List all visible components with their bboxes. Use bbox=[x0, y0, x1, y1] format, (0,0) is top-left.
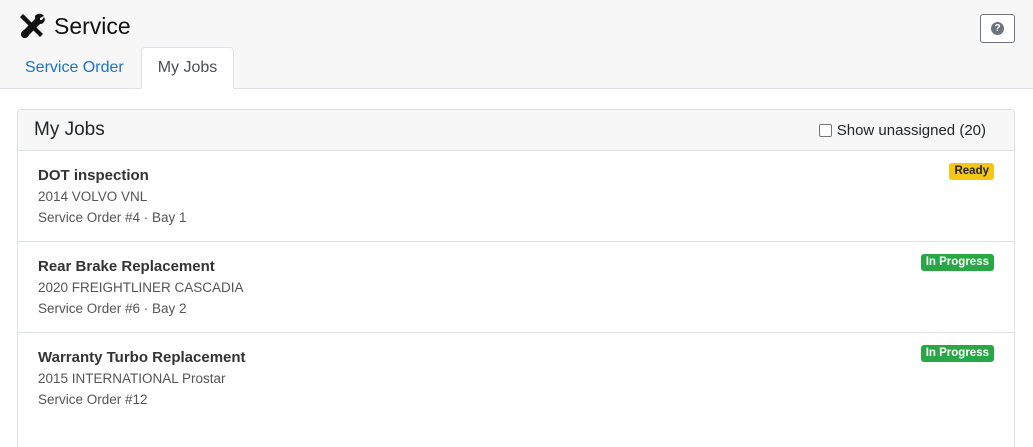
brand: Service bbox=[18, 12, 131, 40]
main-content: My Jobs Show unassigned (20) DOT inspect… bbox=[0, 89, 1033, 447]
help-button[interactable]: ? bbox=[980, 14, 1015, 43]
job-title: DOT inspection bbox=[38, 167, 149, 184]
job-title: Warranty Turbo Replacement bbox=[38, 349, 246, 366]
job-location: Service Order #4 · Bay 1 bbox=[38, 210, 187, 225]
app-header: Service ? Service Order My Jobs bbox=[0, 0, 1033, 89]
wrench-screwdriver-icon bbox=[18, 12, 46, 40]
job-title: Rear Brake Replacement bbox=[38, 258, 215, 275]
tab-my-jobs[interactable]: My Jobs bbox=[140, 47, 235, 89]
job-item[interactable]: Warranty Turbo Replacement 2015 INTERNAT… bbox=[18, 333, 1014, 424]
checkbox-box[interactable] bbox=[818, 123, 832, 137]
show-unassigned-label: Show unassigned (20) bbox=[836, 121, 986, 139]
job-vehicle: 2014 VOLVO VNL bbox=[38, 189, 148, 204]
tab-label: Service Order bbox=[25, 59, 124, 76]
tab-bar: Service Order My Jobs bbox=[8, 47, 235, 89]
status-badge: In Progress bbox=[920, 345, 994, 362]
question-circle-icon: ? bbox=[991, 22, 1004, 35]
show-unassigned-checkbox[interactable]: Show unassigned (20) bbox=[818, 121, 986, 139]
job-item[interactable]: DOT inspection 2014 VOLVO VNL Service Or… bbox=[18, 151, 1014, 242]
app-title: Service bbox=[54, 12, 131, 39]
job-vehicle: 2015 INTERNATIONAL Prostar bbox=[38, 371, 226, 386]
tab-label: My Jobs bbox=[157, 59, 218, 76]
job-item[interactable]: Rear Brake Replacement 2020 FREIGHTLINER… bbox=[18, 242, 1014, 333]
job-location: Service Order #12 bbox=[38, 392, 148, 407]
my-jobs-panel: My Jobs Show unassigned (20) DOT inspect… bbox=[17, 109, 1015, 447]
panel-header: My Jobs Show unassigned (20) bbox=[18, 110, 1014, 151]
panel-title: My Jobs bbox=[34, 119, 105, 140]
job-vehicle: 2020 FREIGHTLINER CASCADIA bbox=[38, 280, 244, 295]
status-badge: Ready bbox=[949, 163, 994, 180]
status-badge: In Progress bbox=[920, 254, 994, 271]
tab-service-order[interactable]: Service Order bbox=[8, 47, 141, 89]
job-location: Service Order #6 · Bay 2 bbox=[38, 301, 187, 316]
